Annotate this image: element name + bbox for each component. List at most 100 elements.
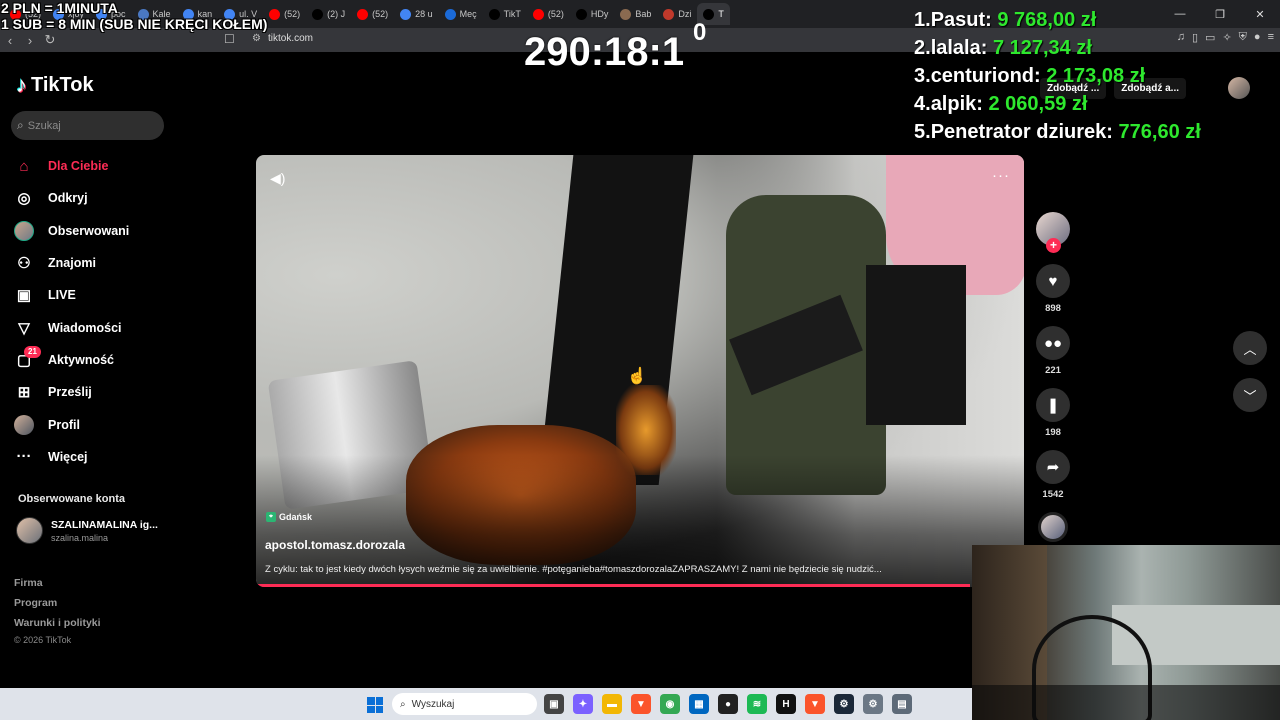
followed-account-name: SZALINAMALINA ig...: [51, 518, 158, 531]
webcam-detail: [972, 685, 1280, 720]
nav-item-odkryj[interactable]: ◎ Odkryj: [14, 182, 184, 214]
browser-tab[interactable]: (52): [527, 3, 570, 25]
url-field[interactable]: tiktok.com: [268, 33, 313, 44]
nav-label: Odkryj: [48, 191, 88, 206]
menu-icon[interactable]: ≡: [1268, 31, 1274, 44]
maximize-icon[interactable]: ❐: [1200, 8, 1240, 21]
footer-link-firma[interactable]: Firma: [14, 573, 101, 593]
brave-2-icon[interactable]: ▼: [805, 694, 825, 714]
wallet-icon[interactable]: ▭: [1205, 31, 1215, 44]
share-icon: ➦: [1046, 459, 1060, 476]
bookmark-icon[interactable]: ☐: [224, 32, 235, 46]
x-icon: [575, 8, 587, 20]
sidebar-footer: Firma Program Warunki i polityki © 2026 …: [14, 573, 101, 645]
back-icon[interactable]: ‹: [0, 33, 20, 48]
browser-tab-label: T: [718, 9, 724, 19]
stream-timer: 290:18:1: [524, 30, 685, 74]
tiktok-icon: [703, 8, 715, 20]
nav-item-dla-ciebie[interactable]: ⌂ Dla Ciebie: [14, 150, 184, 182]
stream-timer-digit: 0: [693, 19, 707, 46]
tiktok-note-icon: ♪: [16, 72, 27, 97]
nav-item-live[interactable]: ▣ LIVE: [14, 279, 184, 311]
save-button[interactable]: ❚: [1036, 388, 1070, 422]
next-video-button[interactable]: ﹀: [1233, 378, 1267, 412]
video-progress-bar[interactable]: [256, 584, 971, 587]
app-dark-icon[interactable]: ●: [718, 694, 738, 714]
close-icon[interactable]: ✕: [1240, 8, 1280, 21]
vpn-icon[interactable]: ⛨: [1239, 31, 1247, 44]
heart-icon: ♥: [1048, 272, 1058, 290]
nav-label: Znajomi: [48, 256, 96, 271]
share-button[interactable]: ➦: [1036, 450, 1070, 484]
nav-item-wiadomosci[interactable]: ▽ Wiadomości: [14, 311, 184, 343]
donation-rule-sub: 1 SUB = 8 MIN (SUB NIE KRĘCI KOŁEM): [1, 16, 268, 32]
tiktok-icon: [488, 8, 500, 20]
browser-tab[interactable]: Dzi: [657, 3, 697, 25]
footer-link-terms[interactable]: Warunki i polityki: [14, 613, 101, 633]
volume-icon[interactable]: ◀): [270, 170, 285, 187]
nav-item-wiecej[interactable]: ··· Więcej: [14, 441, 184, 473]
profile-icon[interactable]: ●: [1254, 31, 1261, 44]
search-input[interactable]: [27, 119, 148, 132]
nav-label: Prześlij: [48, 385, 92, 400]
spotify-icon[interactable]: ≋: [747, 694, 767, 714]
video-author[interactable]: apostol.tomasz.dorozala: [265, 538, 405, 552]
calculator-icon[interactable]: ▤: [892, 694, 912, 714]
settings-icon[interactable]: ⚙: [863, 694, 883, 714]
more-options-icon[interactable]: ···: [992, 167, 1010, 184]
store-icon[interactable]: ▦: [689, 694, 709, 714]
youtube-icon: [269, 8, 281, 20]
site-info-icon[interactable]: ⚙: [252, 33, 261, 44]
video-description: Z cyklu: tak to jest kiedy dwóch łysych …: [265, 564, 882, 575]
reload-icon[interactable]: ↻: [40, 32, 60, 48]
browser-tab[interactable]: Bab: [614, 3, 657, 25]
comment-button[interactable]: ●●: [1036, 326, 1070, 360]
browser-tab-label: Dzi: [678, 9, 692, 19]
steam-icon[interactable]: ⚙: [834, 694, 854, 714]
browser-tab[interactable]: TikT: [483, 3, 527, 25]
tiktok-logo[interactable]: ♪ TikTok: [16, 72, 94, 98]
donation-rules: 2 PLN = 1MINUTA 1 SUB = 8 MIN (SUB NIE K…: [1, 0, 267, 32]
comment-icon: ●●: [1043, 334, 1063, 352]
compass-icon: ◎: [17, 190, 31, 208]
forward-icon[interactable]: ›: [20, 33, 40, 48]
browser-tab[interactable]: (52): [351, 3, 394, 25]
nav-item-obserwowani[interactable]: Obserwowani: [14, 215, 184, 247]
avatar[interactable]: +: [1036, 212, 1070, 253]
task-view-icon[interactable]: ▣: [544, 694, 564, 714]
action-column: + ♥ 898 ●● 221 ❚ 198 ➦ 1542: [1034, 212, 1072, 542]
leaderboard-row: 2.lalala: 7 127,34 zł: [914, 37, 1092, 59]
location-chip[interactable]: ⌖ Gdańsk: [266, 512, 312, 522]
browser-tab[interactable]: (2) J: [306, 3, 351, 25]
nav-item-przeslij[interactable]: ⊞ Prześlij: [14, 376, 184, 408]
nav-item-aktywnosc[interactable]: ▢ 21 Aktywność: [14, 344, 184, 376]
followed-account[interactable]: SZALINAMALINA ig... szalina.malina: [16, 517, 158, 544]
windows-start-icon[interactable]: [367, 697, 383, 713]
chrome-icon[interactable]: ◉: [660, 694, 680, 714]
nav-label: Dla Ciebie: [48, 159, 109, 174]
nav-item-profil[interactable]: Profil: [14, 408, 184, 440]
comment-count: 221: [1045, 365, 1061, 376]
footer-link-program[interactable]: Program: [14, 593, 101, 613]
heaven-icon[interactable]: H: [776, 694, 796, 714]
nav-item-znajomi[interactable]: ⚇ Znajomi: [14, 247, 184, 279]
copyright: © 2026 TikTok: [14, 635, 72, 645]
sound-disc[interactable]: [1038, 512, 1068, 542]
sidebar-nav: ⌂ Dla Ciebie ◎ Odkryj Obserwowani ⚇ Znaj…: [14, 150, 184, 473]
copilot-icon[interactable]: ✦: [573, 694, 593, 714]
browser-tab-label: (2) J: [327, 9, 346, 19]
browser-tab[interactable]: HDy: [570, 3, 615, 25]
brave-icon[interactable]: ▼: [631, 694, 651, 714]
browser-tab[interactable]: Meç: [439, 3, 483, 25]
previous-video-button[interactable]: ︿: [1233, 331, 1267, 365]
leo-icon[interactable]: ✧: [1222, 31, 1231, 44]
browser-tab[interactable]: 28 u: [394, 3, 439, 25]
follow-plus-icon[interactable]: +: [1046, 238, 1061, 253]
browser-tab[interactable]: (52): [263, 3, 306, 25]
like-button[interactable]: ♥: [1036, 264, 1070, 298]
taskbar-search[interactable]: ⌕ Wyszukaj: [392, 693, 537, 715]
file-explorer-icon[interactable]: ▬: [602, 694, 622, 714]
site-icon: [620, 8, 632, 20]
video-player[interactable]: ◀) ··· ☝ ⌖ Gdańsk apostol.tomasz.dorozal…: [256, 155, 1024, 587]
avatar[interactable]: [1228, 77, 1250, 99]
